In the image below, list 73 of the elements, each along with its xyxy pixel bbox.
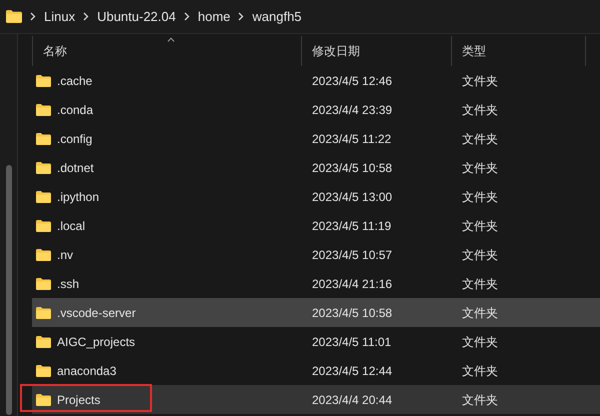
chevron-right-icon bbox=[30, 12, 36, 21]
file-name: anaconda3 bbox=[57, 362, 116, 380]
breadcrumb-item[interactable]: Linux bbox=[44, 6, 76, 26]
file-row[interactable]: .conda 2023/4/4 23:39 文件夹 bbox=[32, 95, 600, 124]
modified-date: 2023/4/4 23:39 bbox=[312, 102, 392, 118]
folder-icon bbox=[36, 394, 51, 406]
file-name: .config bbox=[57, 130, 92, 148]
file-row[interactable]: AIGC_projects 2023/4/5 11:01 文件夹 bbox=[32, 327, 600, 356]
file-type: 文件夹 bbox=[462, 276, 498, 292]
file-row[interactable]: anaconda3 2023/4/5 12:44 文件夹 bbox=[32, 356, 600, 385]
file-row[interactable]: .vscode-server 2023/4/5 10:58 文件夹 bbox=[32, 298, 600, 327]
file-name: .nv bbox=[57, 246, 74, 264]
file-name: Projects bbox=[57, 392, 100, 408]
folder-icon bbox=[36, 364, 51, 376]
file-row[interactable]: .config 2023/4/5 11:22 文件夹 bbox=[32, 124, 600, 153]
file-type: 文件夹 bbox=[462, 130, 498, 148]
file-row[interactable]: .dotnet 2023/4/5 10:58 文件夹 bbox=[32, 153, 600, 182]
modified-date: 2023/4/5 12:44 bbox=[312, 362, 392, 380]
file-type: 文件夹 bbox=[462, 334, 498, 350]
column-header[interactable]: 名称 bbox=[43, 42, 67, 60]
file-type: 文件夹 bbox=[462, 160, 498, 176]
file-type: 文件夹 bbox=[462, 392, 498, 408]
file-type: 文件夹 bbox=[462, 218, 498, 234]
file-row[interactable]: .ssh 2023/4/4 21:16 文件夹 bbox=[32, 269, 600, 298]
file-row[interactable]: .nv 2023/4/5 10:57 文件夹 bbox=[32, 240, 600, 269]
folder-icon bbox=[36, 248, 51, 260]
file-row[interactable]: .ipython 2023/4/5 13:00 文件夹 bbox=[32, 182, 600, 211]
file-name: AIGC_projects bbox=[57, 334, 136, 350]
column-header[interactable]: 类型 bbox=[462, 42, 486, 60]
file-name: .ssh bbox=[57, 276, 80, 292]
file-type: 文件夹 bbox=[462, 102, 498, 118]
column-header[interactable]: 修改日期 bbox=[312, 42, 360, 60]
folder-icon bbox=[6, 10, 22, 23]
chevron-right-icon bbox=[184, 12, 190, 21]
modified-date: 2023/4/5 10:58 bbox=[312, 160, 392, 176]
folder-icon bbox=[36, 336, 51, 348]
modified-date: 2023/4/4 21:16 bbox=[312, 276, 392, 292]
file-type: 文件夹 bbox=[462, 304, 498, 322]
file-row[interactable]: Projects 2023/4/4 20:44 文件夹 bbox=[32, 385, 600, 414]
modified-date: 2023/4/5 12:46 bbox=[312, 72, 392, 90]
file-name: .conda bbox=[57, 102, 94, 118]
folder-icon bbox=[36, 306, 51, 318]
folder-icon bbox=[36, 104, 51, 116]
modified-date: 2023/4/5 11:22 bbox=[312, 130, 392, 148]
modified-date: 2023/4/4 20:44 bbox=[312, 392, 392, 408]
modified-date: 2023/4/5 13:00 bbox=[312, 188, 392, 206]
chevron-right-icon bbox=[83, 12, 90, 21]
modified-date: 2023/4/5 10:57 bbox=[312, 246, 392, 264]
file-row[interactable]: .cache 2023/4/5 12:46 文件夹 bbox=[32, 66, 600, 95]
file-row[interactable]: .local 2023/4/5 11:19 文件夹 bbox=[32, 211, 600, 240]
file-name: .ipython bbox=[57, 188, 100, 206]
file-name: .vscode-server bbox=[57, 304, 136, 322]
file-type: 文件夹 bbox=[462, 72, 498, 90]
folder-icon bbox=[36, 190, 51, 202]
breadcrumb-item[interactable]: wangfh5 bbox=[252, 6, 302, 26]
breadcrumb-item[interactable]: Ubuntu-22.04 bbox=[97, 6, 176, 26]
file-type: 文件夹 bbox=[462, 362, 498, 380]
folder-icon bbox=[36, 278, 51, 290]
breadcrumb-item[interactable]: home bbox=[198, 6, 230, 26]
folder-icon bbox=[36, 74, 51, 86]
folder-icon bbox=[36, 132, 51, 144]
file-type: 文件夹 bbox=[462, 246, 498, 264]
modified-date: 2023/4/5 11:19 bbox=[312, 218, 392, 234]
file-name: .local bbox=[57, 218, 86, 234]
chevron-right-icon bbox=[238, 12, 244, 21]
file-name: .dotnet bbox=[57, 160, 94, 176]
file-type: 文件夹 bbox=[462, 188, 498, 206]
file-name: .cache bbox=[57, 72, 92, 90]
folder-icon bbox=[36, 162, 51, 174]
scrollbar-thumb[interactable] bbox=[6, 165, 12, 415]
modified-date: 2023/4/5 10:58 bbox=[312, 304, 392, 322]
modified-date: 2023/4/5 11:01 bbox=[312, 334, 392, 350]
folder-icon bbox=[36, 220, 51, 232]
